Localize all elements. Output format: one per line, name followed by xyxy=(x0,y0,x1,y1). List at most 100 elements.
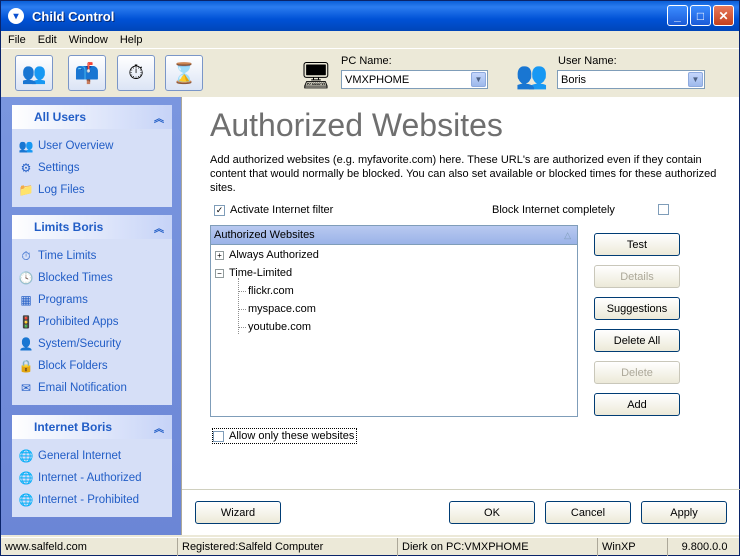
users-icon: 👥 xyxy=(21,62,47,85)
sidebar-item-label: Internet - Authorized xyxy=(38,472,142,484)
collapse-icon[interactable]: ︽ xyxy=(154,220,164,235)
tree-node-time-limited[interactable]: − Time-Limited xyxy=(215,267,292,279)
status-registered: Registered:Salfeld Computer xyxy=(178,538,398,556)
sidebar-item-label: General Internet xyxy=(38,450,122,462)
sidebar-item-label: Prohibited Apps xyxy=(38,316,119,328)
pc-name-label: PC Name: xyxy=(341,55,392,67)
sidebar-item-label: Programs xyxy=(38,294,88,306)
tree-leaf[interactable]: myspace.com xyxy=(239,303,316,315)
sidebar-item-log-files[interactable]: 📁 Log Files xyxy=(12,179,172,201)
checkmark-icon: ✓ xyxy=(214,204,225,216)
menu-bar: File Edit Window Help xyxy=(1,31,739,49)
wizard-button[interactable]: Wizard xyxy=(195,501,281,524)
sidebar-item-prohibited-apps[interactable]: 🚦 Prohibited Apps xyxy=(12,311,172,333)
collapse-icon[interactable]: − xyxy=(215,268,224,278)
tree-leaf[interactable]: flickr.com xyxy=(239,285,294,297)
status-bar: www.salfeld.com Registered:Salfeld Compu… xyxy=(1,537,739,556)
list-header-label: Authorized Websites xyxy=(214,229,315,241)
main-content: Authorized Websites Add authorized websi… xyxy=(181,97,740,535)
sidebar-item-general-internet[interactable]: 🌐 General Internet xyxy=(12,445,172,467)
user-name-value: Boris xyxy=(561,73,587,86)
status-session: Dierk on PC:VMXPHOME xyxy=(398,538,598,556)
sidebar-item-time-limits[interactable]: ⏱ Time Limits xyxy=(12,245,172,267)
menu-help[interactable]: Help xyxy=(115,34,148,46)
add-button[interactable]: Add xyxy=(594,393,680,416)
menu-window[interactable]: Window xyxy=(64,34,113,46)
list-header[interactable]: Authorized Websites △ xyxy=(211,226,577,245)
pc-name-value: VMXPHOME xyxy=(345,73,410,86)
sidebar-item-blocked-times[interactable]: 🕓 Blocked Times xyxy=(12,267,172,289)
authorized-websites-list[interactable]: Authorized Websites △ + Always Authorize… xyxy=(210,225,578,417)
user-name-select[interactable]: Boris ▼ xyxy=(557,70,705,89)
status-version: 9.800.0.0 xyxy=(681,541,728,553)
mailbox-toolbar-button[interactable]: 📫 xyxy=(68,55,106,91)
pc-name-select[interactable]: VMXPHOME ▼ xyxy=(341,70,488,89)
status-os: WinXP xyxy=(598,538,668,556)
sidebar-item-email-notification[interactable]: ✉ Email Notification xyxy=(12,377,172,399)
block-completely-checkbox[interactable] xyxy=(658,204,674,215)
apply-button[interactable]: Apply xyxy=(641,501,727,524)
sidebar-item-settings[interactable]: ⚙ Settings xyxy=(12,157,172,179)
expand-icon[interactable]: + xyxy=(215,250,224,260)
internet-title: Internet Boris xyxy=(34,420,113,434)
sidebar-item-internet-authorized[interactable]: 🌐 Internet - Authorized xyxy=(12,467,172,489)
details-button[interactable]: Details xyxy=(594,265,680,288)
sidebar-item-label: Internet - Prohibited xyxy=(38,494,140,506)
users-toolbar-button[interactable]: 👥 xyxy=(15,55,53,91)
suggestions-button[interactable]: Suggestions xyxy=(594,297,680,320)
tree-node-always[interactable]: + Always Authorized xyxy=(215,249,319,261)
activate-filter-checkbox[interactable]: ✓ Activate Internet filter xyxy=(214,204,333,216)
menu-edit[interactable]: Edit xyxy=(33,34,62,46)
close-button[interactable]: ✕ xyxy=(713,5,734,26)
menu-file[interactable]: File xyxy=(3,34,31,46)
sidebar-item-label: Settings xyxy=(38,162,80,174)
minimize-button[interactable]: _ xyxy=(667,5,688,26)
internet-header[interactable]: Internet Boris ︽ xyxy=(12,415,172,439)
sidebar-item-label: Time Limits xyxy=(38,250,97,262)
traffic-light-icon: 🚦 xyxy=(18,315,34,329)
block-completely-label: Block Internet completely xyxy=(492,204,615,216)
globe-icon: 🌐 xyxy=(18,493,34,507)
limits-header[interactable]: Limits Boris ︽ xyxy=(12,215,172,239)
internet-panel: Internet Boris ︽ 🌐 General Internet 🌐 Inte… xyxy=(12,415,172,517)
status-url: www.salfeld.com xyxy=(1,538,178,556)
window-title: Child Control xyxy=(32,8,115,24)
test-button[interactable]: Test xyxy=(594,233,680,256)
chevron-down-icon[interactable]: ▼ xyxy=(471,72,486,87)
delete-all-button[interactable]: Delete All xyxy=(594,329,680,352)
app-icon: ▾ xyxy=(8,8,24,24)
maximize-button[interactable]: □ xyxy=(690,5,711,26)
settings-icon: ⚙ xyxy=(20,161,32,175)
sidebar-item-programs[interactable]: ▦ Programs xyxy=(12,289,172,311)
sidebar-item-user-overview[interactable]: 👥 User Overview xyxy=(12,135,172,157)
user-security-icon: 👤 xyxy=(18,337,34,351)
sidebar-item-label: Blocked Times xyxy=(38,272,113,284)
toolbar: 👥 📫 ⏱ ⌛ 🖥 PC Name: VMXPHOME ▼ 👥 User Nam… xyxy=(1,50,739,96)
page-title: Authorized Websites xyxy=(210,107,503,143)
clock-icon: 🕓 xyxy=(18,271,34,285)
stopwatch-toolbar-button[interactable]: ⏱ xyxy=(117,55,155,91)
hourglass-toolbar-button[interactable]: ⌛ xyxy=(165,55,203,91)
collapse-icon[interactable]: ︽ xyxy=(154,420,164,435)
tree-leaf[interactable]: youtube.com xyxy=(239,321,311,333)
site-label: youtube.com xyxy=(248,321,311,333)
allow-only-checkbox[interactable]: Allow only these websites xyxy=(212,428,358,444)
all-users-header[interactable]: All Users ︽ xyxy=(12,105,172,129)
sidebar-item-system-security[interactable]: 👤 System/Security xyxy=(12,333,172,355)
lock-folder-icon: 🔒 xyxy=(18,359,34,373)
sidebar-item-label: User Overview xyxy=(38,140,114,152)
delete-button[interactable]: Delete xyxy=(594,361,680,384)
checkbox-box xyxy=(658,204,669,215)
chevron-down-icon[interactable]: ▼ xyxy=(688,72,703,87)
users-icon: 👥 xyxy=(18,139,34,153)
globe-icon: 🌐 xyxy=(18,449,34,463)
ok-button[interactable]: OK xyxy=(449,501,535,524)
sidebar-item-block-folders[interactable]: 🔒 Block Folders xyxy=(12,355,172,377)
site-label: myspace.com xyxy=(248,303,316,315)
collapse-icon[interactable]: ︽ xyxy=(154,110,164,125)
cancel-button[interactable]: Cancel xyxy=(545,501,631,524)
sidebar-item-internet-prohibited[interactable]: 🌐 Internet - Prohibited xyxy=(12,489,172,511)
sort-icon: △ xyxy=(564,229,571,240)
mailbox-icon: 📫 xyxy=(74,62,100,85)
title-bar[interactable]: ▾ Child Control _ □ ✕ xyxy=(1,1,739,31)
